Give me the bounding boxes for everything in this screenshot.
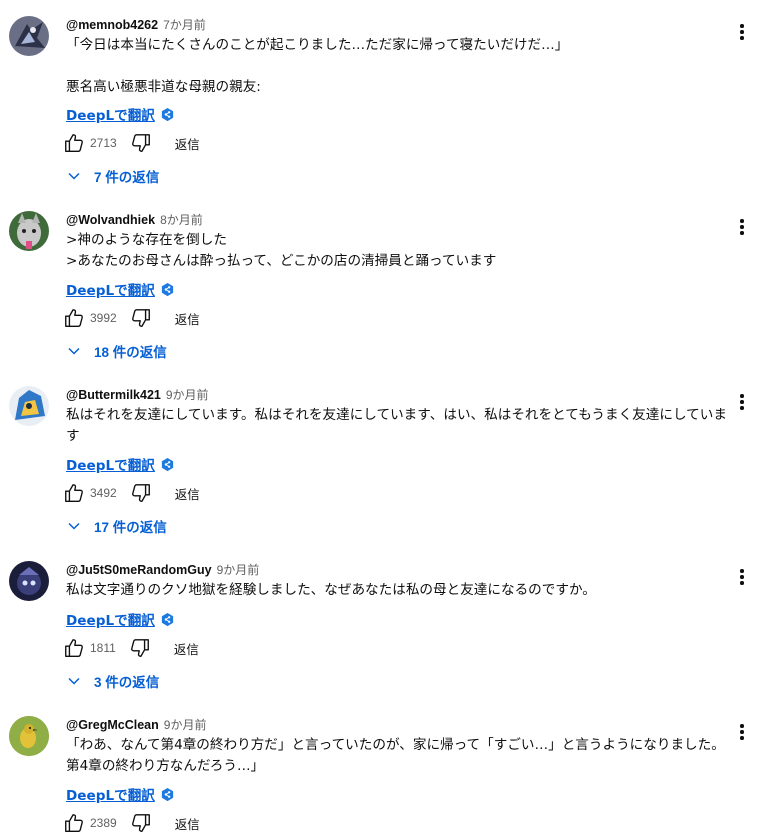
reply-button[interactable]: 返信: [175, 814, 200, 833]
chevron-down-icon: [68, 677, 80, 685]
dislike-button[interactable]: [128, 636, 152, 660]
author-name[interactable]: @GregMcClean: [66, 718, 159, 732]
dislike-button[interactable]: [129, 131, 153, 155]
thumb-down-icon: [131, 134, 150, 152]
thumb-up-icon: [65, 639, 83, 657]
replies-label[interactable]: 7 件の返信: [94, 166, 159, 186]
thumb-down-icon: [130, 639, 149, 657]
comment-text: >神のような存在を倒した >あなたのお母さんは酔っ払って、どこかの店の清掃員と踊…: [66, 232, 497, 269]
dislike-button[interactable]: [129, 811, 153, 835]
like-count: 1811: [90, 641, 116, 655]
more-vert-icon[interactable]: [734, 20, 750, 44]
replies-label[interactable]: 3 件の返信: [94, 671, 159, 691]
reply-button[interactable]: 返信: [174, 639, 199, 658]
view-replies-button[interactable]: 7 件の返信: [64, 164, 159, 188]
avatar[interactable]: [9, 386, 49, 426]
comment-thread: @memnob4262 7か月前 「今日は本当にたくさんのことが起こりました…た…: [0, 16, 769, 191]
like-count: 2389: [90, 816, 117, 830]
translate-link[interactable]: DeepLで翻訳: [66, 104, 175, 124]
avatar[interactable]: [9, 561, 49, 601]
author-name[interactable]: @Wolvandhiek: [66, 213, 155, 227]
more-vert-icon[interactable]: [734, 390, 750, 414]
comment-thread: @GregMcClean 9か月前 「わあ、なんて第4章の終わり方だ」と言ってい…: [0, 716, 769, 836]
like-count: 2713: [90, 136, 117, 150]
reply-button[interactable]: 返信: [175, 134, 200, 153]
avatar[interactable]: [9, 716, 49, 756]
timestamp[interactable]: 7か月前: [163, 16, 206, 33]
thumb-up-icon: [65, 309, 83, 327]
like-count: 3992: [90, 311, 117, 325]
translate-link[interactable]: DeepLで翻訳: [66, 279, 175, 299]
thumb-down-icon: [131, 484, 150, 502]
like-button[interactable]: [62, 306, 86, 330]
comment-thread: @Buttermilk421 9か月前 私はそれを友達にしています。私はそれを友…: [0, 386, 769, 541]
translate-label[interactable]: DeepLで翻訳: [66, 454, 155, 474]
reply-button[interactable]: 返信: [175, 309, 200, 328]
avatar[interactable]: [9, 16, 49, 56]
avatar[interactable]: [9, 211, 49, 251]
comment-actions: 2389 返信: [62, 811, 200, 835]
like-button[interactable]: [62, 811, 86, 835]
comment-thread: @Wolvandhiek 8か月前 >神のような存在を倒した >あなたのお母さん…: [0, 211, 769, 366]
more-vert-icon[interactable]: [734, 565, 750, 589]
comment-header: @Wolvandhiek 8か月前: [66, 211, 203, 229]
comment-text: 私はそれを友達にしています。私はそれを友達にしています、はい、私はそれをとてもう…: [66, 407, 727, 444]
author-name[interactable]: @memnob4262: [66, 18, 158, 32]
view-replies-button[interactable]: 17 件の返信: [64, 514, 167, 538]
comment-text: 「わあ、なんて第4章の終わり方だ」と言っていたのが、家に帰って「すごい…」と言う…: [66, 737, 725, 774]
timestamp[interactable]: 9か月前: [217, 561, 260, 578]
deepl-badge-icon: [160, 282, 175, 297]
dislike-button[interactable]: [129, 306, 153, 330]
comment-actions: 2713 返信: [62, 131, 200, 155]
like-button[interactable]: [62, 481, 86, 505]
chevron-down-icon: [68, 172, 80, 180]
thumb-down-icon: [131, 814, 150, 832]
reply-button[interactable]: 返信: [175, 484, 200, 503]
author-name[interactable]: @Buttermilk421: [66, 388, 161, 402]
timestamp[interactable]: 9か月前: [166, 386, 209, 403]
chevron-down-icon: [68, 347, 80, 355]
thumb-up-icon: [65, 814, 83, 832]
more-vert-icon[interactable]: [734, 720, 750, 744]
deepl-badge-icon: [160, 107, 175, 122]
like-count: 3492: [90, 486, 117, 500]
translate-label[interactable]: DeepLで翻訳: [66, 279, 155, 299]
comment-header: @GregMcClean 9か月前: [66, 716, 206, 734]
comment-actions: 3492 返信: [62, 481, 200, 505]
view-replies-button[interactable]: 18 件の返信: [64, 339, 167, 363]
comment-thread: @Ju5tS0meRandomGuy 9か月前 私は文字通りのクソ地獄を経験しま…: [0, 561, 769, 696]
thumb-up-icon: [65, 484, 83, 502]
like-button[interactable]: [62, 131, 86, 155]
replies-label[interactable]: 17 件の返信: [94, 516, 167, 536]
translate-link[interactable]: DeepLで翻訳: [66, 454, 175, 474]
deepl-badge-icon: [160, 612, 175, 627]
comment-actions: 3992 返信: [62, 306, 200, 330]
comment-header: @Ju5tS0meRandomGuy 9か月前: [66, 561, 259, 579]
thumb-up-icon: [65, 134, 83, 152]
translate-link[interactable]: DeepLで翻訳: [66, 784, 175, 804]
timestamp[interactable]: 8か月前: [160, 211, 203, 228]
view-replies-button[interactable]: 3 件の返信: [64, 669, 159, 693]
timestamp[interactable]: 9か月前: [164, 716, 207, 733]
dislike-button[interactable]: [129, 481, 153, 505]
like-button[interactable]: [62, 636, 86, 660]
thumb-down-icon: [131, 309, 150, 327]
translate-label[interactable]: DeepLで翻訳: [66, 784, 155, 804]
translate-link[interactable]: DeepLで翻訳: [66, 609, 175, 629]
replies-label[interactable]: 18 件の返信: [94, 341, 167, 361]
deepl-badge-icon: [160, 787, 175, 802]
comment-text: 私は文字通りのクソ地獄を経験しました、なぜあなたは私の母と友達になるのですか。: [66, 582, 596, 598]
translate-label[interactable]: DeepLで翻訳: [66, 104, 155, 124]
comment-header: @memnob4262 7か月前: [66, 16, 206, 34]
translate-label[interactable]: DeepLで翻訳: [66, 609, 155, 629]
comment-header: @Buttermilk421 9か月前: [66, 386, 209, 404]
author-name[interactable]: @Ju5tS0meRandomGuy: [66, 563, 212, 577]
comment-actions: 1811 返信: [62, 636, 199, 660]
more-vert-icon[interactable]: [734, 215, 750, 239]
comment-text: 「今日は本当にたくさんのことが起こりました…ただ家に帰って寝たいだけだ…」 悪名…: [66, 37, 569, 95]
chevron-down-icon: [68, 522, 80, 530]
deepl-badge-icon: [160, 457, 175, 472]
